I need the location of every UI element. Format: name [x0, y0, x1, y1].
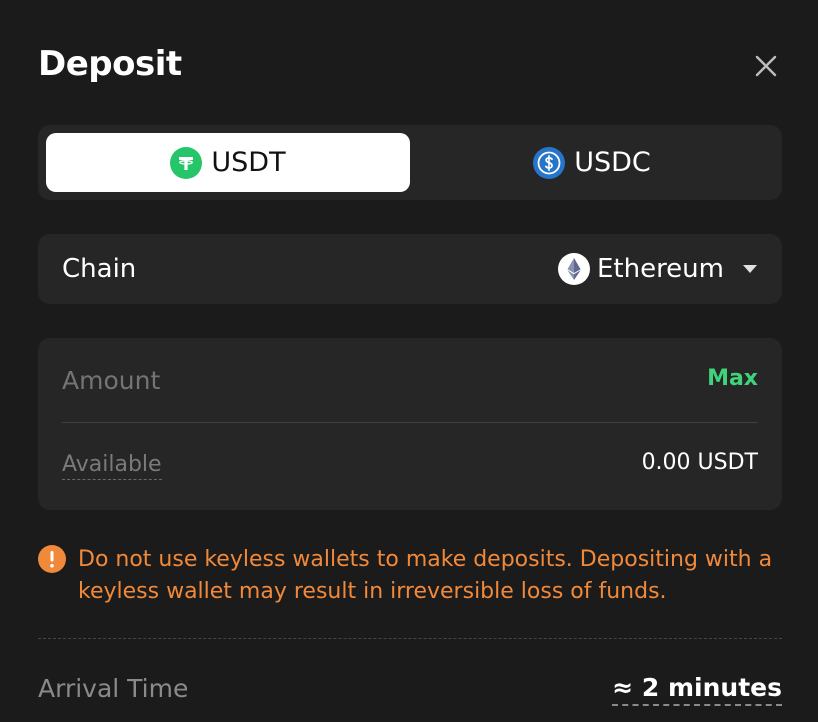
tether-icon: [170, 146, 203, 179]
tab-usdt-label: USDT: [211, 147, 286, 178]
max-button[interactable]: Max: [707, 366, 758, 391]
arrival-time-value[interactable]: ≈ 2 minutes: [612, 673, 782, 706]
available-value: 0.00 USDT: [641, 450, 758, 475]
chain-value: Ethereum: [596, 254, 724, 284]
section-divider: [38, 638, 782, 639]
available-label[interactable]: Available: [62, 452, 162, 480]
arrival-time-label: Arrival Time: [38, 674, 189, 703]
amount-panel: Max Available 0.00 USDT: [38, 338, 782, 510]
chain-selector-row: Chain Ethereum: [38, 234, 782, 304]
divider: [62, 422, 758, 423]
chain-label: Chain: [62, 254, 137, 284]
warning-icon: [38, 545, 66, 573]
amount-input[interactable]: [62, 358, 662, 402]
close-icon[interactable]: [752, 52, 780, 80]
usdc-icon: [533, 146, 566, 179]
warning-text: Do not use keyless wallets to make depos…: [78, 547, 773, 604]
chevron-down-icon: [743, 265, 757, 273]
warning-message: Do not use keyless wallets to make depos…: [38, 544, 782, 608]
tab-usdt[interactable]: USDT: [46, 133, 410, 192]
tab-usdc-label: USDC: [574, 147, 651, 178]
tab-usdc[interactable]: USDC: [410, 133, 774, 192]
currency-switch: USDT USDC: [38, 125, 782, 200]
page-title: Deposit: [38, 44, 182, 84]
ethereum-icon: [557, 253, 590, 285]
chain-dropdown[interactable]: Ethereum: [557, 253, 758, 285]
